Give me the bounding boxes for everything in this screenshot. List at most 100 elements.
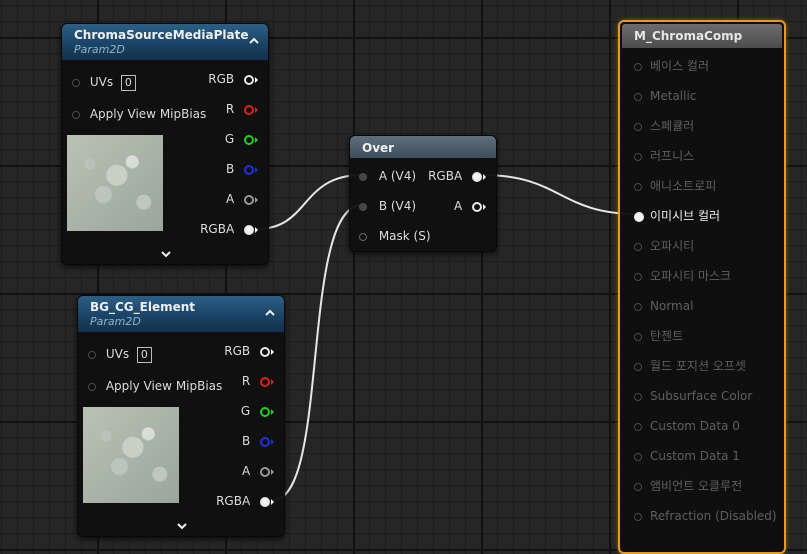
pin-icon[interactable] (634, 512, 642, 521)
mipbias-input-row[interactable]: Apply View MipBias (88, 376, 222, 396)
pin-icon[interactable] (634, 122, 642, 131)
material-pin-label: 스페큘러 (650, 119, 695, 133)
uvs-pin-icon[interactable] (88, 350, 96, 359)
output-rgba-label: RGBA (200, 222, 235, 236)
pin-icon[interactable] (634, 92, 642, 101)
material-pin-specular[interactable]: 스페큘러 (634, 116, 694, 136)
input-mask-row[interactable]: Mask (S) (359, 226, 431, 246)
output-rgb-pin-icon[interactable] (244, 74, 254, 85)
output-r-row[interactable]: R (226, 99, 258, 119)
pin-icon[interactable] (634, 452, 642, 461)
output-rgb-row[interactable]: RGB (208, 69, 258, 89)
material-pin-anisotropy[interactable]: 애니소트로피 (634, 176, 716, 196)
uvs-value-input[interactable]: 0 (120, 75, 136, 91)
material-pin-opacity[interactable]: 오파시티 (634, 236, 694, 256)
pin-icon[interactable] (634, 62, 642, 71)
mipbias-input-row[interactable]: Apply View MipBias (72, 104, 206, 124)
material-pin-refraction[interactable]: Refraction (Disabled) (634, 506, 777, 526)
material-pin-metallic[interactable]: Metallic (634, 86, 696, 106)
input-a-row[interactable]: A (V4) (359, 166, 416, 186)
uvs-pin-icon[interactable] (72, 78, 80, 87)
pin-icon[interactable] (634, 242, 642, 251)
material-pin-opacity-mask[interactable]: 오파시티 마스크 (634, 266, 731, 286)
output-b-pin-icon[interactable] (260, 436, 270, 447)
texture-preview-thumbnail (67, 135, 163, 231)
material-pin-label: 오파시티 (650, 239, 695, 253)
mipbias-label: Apply View MipBias (105, 379, 223, 393)
chevron-down-icon[interactable] (176, 521, 188, 531)
output-b-pin-icon[interactable] (244, 164, 254, 175)
output-a-row[interactable]: A (242, 461, 274, 481)
pin-icon[interactable] (634, 152, 642, 161)
output-r-row[interactable]: R (242, 371, 274, 391)
material-pin-tangent[interactable]: 탄젠트 (634, 326, 683, 346)
chevron-down-icon[interactable] (160, 249, 172, 259)
material-pin-custom-data-0[interactable]: Custom Data 0 (634, 416, 740, 436)
node-material-result[interactable]: M_ChromaComp 베이스 컬러 Metallic 스페큘러 러프니스 애… (618, 20, 786, 554)
node-subtitle: Param2D (74, 43, 125, 56)
output-rgba-row[interactable]: RGBA (428, 166, 486, 186)
uvs-value-input[interactable]: 0 (136, 347, 152, 363)
pin-icon[interactable] (634, 211, 644, 222)
uvs-input-row[interactable]: UVs 0 (88, 344, 152, 364)
node-header[interactable]: Over (350, 136, 496, 158)
input-b-pin-icon[interactable] (359, 202, 367, 211)
node-bg-cg-element[interactable]: BG_CG_Element Param2D UVs 0 Apply View M… (77, 295, 285, 537)
mipbias-pin-icon[interactable] (72, 110, 80, 119)
mipbias-pin-icon[interactable] (88, 382, 96, 391)
output-a-row[interactable]: A (454, 196, 486, 216)
pin-icon[interactable] (634, 362, 642, 371)
output-a-row[interactable]: A (226, 189, 258, 209)
output-rgba-row[interactable]: RGBA (200, 219, 258, 239)
input-b-row[interactable]: B (V4) (359, 196, 416, 216)
node-header[interactable]: BG_CG_Element Param2D (78, 296, 284, 332)
output-a-pin-icon[interactable] (244, 194, 254, 205)
output-g-row[interactable]: G (225, 129, 258, 149)
output-a-label: A (225, 192, 235, 206)
output-rgb-pin-icon[interactable] (260, 346, 270, 357)
wire-bgcg-rgba-to-over-b (272, 204, 363, 501)
output-r-pin-icon[interactable] (260, 376, 270, 387)
material-pin-label: Custom Data 1 (650, 449, 740, 463)
material-pin-custom-data-1[interactable]: Custom Data 1 (634, 446, 740, 466)
output-a-label: A (453, 199, 463, 213)
output-a-pin-icon[interactable] (472, 201, 482, 212)
output-b-row[interactable]: B (226, 159, 258, 179)
pin-icon[interactable] (634, 422, 642, 431)
output-rgba-pin-icon[interactable] (472, 171, 482, 182)
output-g-pin-icon[interactable] (244, 134, 254, 145)
output-r-label: R (241, 374, 251, 388)
pin-icon[interactable] (634, 332, 642, 341)
uvs-input-row[interactable]: UVs 0 (72, 72, 136, 92)
chevron-up-icon[interactable] (264, 307, 276, 319)
material-pin-roughness[interactable]: 러프니스 (634, 146, 694, 166)
pin-icon[interactable] (634, 482, 642, 491)
pin-icon[interactable] (634, 272, 642, 281)
node-subtitle: Param2D (90, 315, 141, 328)
output-g-row[interactable]: G (241, 401, 274, 421)
node-chroma-source-media-plate[interactable]: ChromaSourceMediaPlate Param2D UVs 0 App… (61, 23, 269, 265)
input-a-pin-icon[interactable] (359, 172, 367, 181)
material-pin-emissive-color[interactable]: 이미시브 컬러 (634, 206, 720, 226)
pin-icon[interactable] (634, 392, 642, 401)
node-header[interactable]: ChromaSourceMediaPlate Param2D (62, 24, 268, 60)
output-rgb-row[interactable]: RGB (224, 341, 274, 361)
material-pin-base-color[interactable]: 베이스 컬러 (634, 56, 709, 76)
output-rgba-row[interactable]: RGBA (216, 491, 274, 511)
chevron-up-icon[interactable] (248, 35, 260, 47)
pin-icon[interactable] (634, 302, 642, 311)
output-rgba-pin-icon[interactable] (244, 224, 254, 235)
output-rgba-pin-icon[interactable] (260, 496, 270, 507)
material-pin-normal[interactable]: Normal (634, 296, 693, 316)
output-b-row[interactable]: B (242, 431, 274, 451)
material-pin-subsurface-color[interactable]: Subsurface Color (634, 386, 752, 406)
material-pin-world-position-offset[interactable]: 월드 포지션 오프셋 (634, 356, 746, 376)
output-r-pin-icon[interactable] (244, 104, 254, 115)
input-mask-pin-icon[interactable] (359, 232, 367, 241)
output-a-pin-icon[interactable] (260, 466, 270, 477)
output-g-pin-icon[interactable] (260, 406, 270, 417)
pin-icon[interactable] (634, 182, 642, 191)
uvs-label: UVs (89, 75, 114, 89)
node-over[interactable]: Over A (V4) B (V4) Mask (S) RGBA A (349, 135, 497, 252)
material-pin-ambient-occlusion[interactable]: 앰비언트 오클루전 (634, 476, 742, 496)
